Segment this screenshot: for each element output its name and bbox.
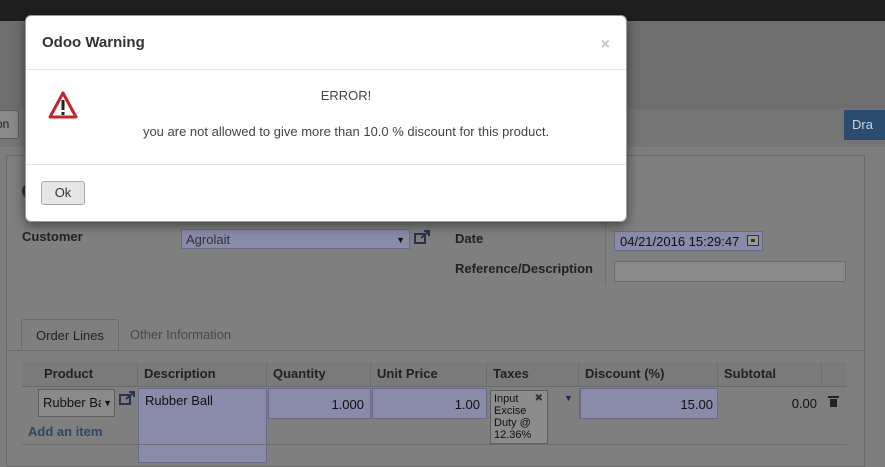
date-value: 04/21/2016 15:29:47	[620, 234, 740, 249]
status-draft-label: Dra	[852, 117, 873, 132]
product-value: Rubber Ba	[43, 395, 106, 410]
date-label: Date	[455, 231, 484, 246]
quantity-field[interactable]: 1.000	[268, 388, 371, 419]
tax-tag-label: Input Excise Duty @ 12.36%	[494, 393, 532, 441]
date-field[interactable]: 04/21/2016 15:29:47	[614, 231, 763, 251]
tax-tag[interactable]: Input Excise Duty @ 12.36% ✖	[490, 390, 548, 444]
description-field[interactable]: Rubber Ball	[138, 388, 267, 463]
reference-field[interactable]	[614, 261, 846, 282]
customer-label: Customer	[22, 229, 83, 244]
dropdown-caret-icon: ▼	[101, 390, 112, 416]
column-header-product[interactable]: Product	[22, 362, 138, 386]
row-divider	[22, 444, 847, 445]
column-header-unit-price[interactable]: Unit Price	[371, 362, 487, 386]
customer-value: Agrolait	[186, 232, 231, 247]
tab-other-information[interactable]: Other Information	[116, 319, 245, 350]
dropdown-caret-icon[interactable]: ▼	[564, 393, 573, 403]
close-icon[interactable]: ×	[601, 36, 610, 54]
ok-button[interactable]: Ok	[41, 181, 85, 205]
column-header-discount[interactable]: Discount (%)	[579, 362, 718, 386]
notebook-tabs: Order Lines Other Information	[6, 319, 863, 351]
customer-field[interactable]: Agrolait ▼	[181, 229, 410, 249]
dialog-title: Odoo Warning	[42, 34, 145, 51]
column-separator	[605, 222, 606, 286]
add-item-link[interactable]: Add an item	[28, 424, 102, 439]
left-action-button-label: on	[0, 117, 10, 131]
external-link-icon[interactable]	[119, 391, 136, 408]
column-header-actions	[822, 362, 847, 386]
unit-price-field[interactable]: 1.00	[372, 388, 487, 419]
tab-order-lines[interactable]: Order Lines	[21, 319, 119, 350]
dropdown-caret-icon: ▼	[396, 235, 405, 245]
dialog-header-divider	[26, 69, 626, 70]
header-divider	[22, 386, 847, 387]
discount-field[interactable]: 15.00	[580, 388, 718, 419]
warning-dialog: Odoo Warning × ERROR! you are not allowe…	[25, 15, 627, 222]
column-header-description[interactable]: Description	[138, 362, 267, 386]
column-header-taxes[interactable]: Taxes	[487, 362, 579, 386]
reference-label: Reference/Description	[455, 261, 593, 276]
left-action-button[interactable]: on	[0, 110, 19, 139]
column-header-subtotal[interactable]: Subtotal	[718, 362, 822, 386]
dialog-footer-divider	[26, 164, 626, 165]
subtotal-value: 0.00	[791, 396, 817, 411]
column-header-quantity[interactable]: Quantity	[267, 362, 371, 386]
error-message: you are not allowed to give more than 10…	[142, 124, 550, 139]
product-select[interactable]: Rubber Ba ▼	[38, 389, 115, 417]
trash-icon[interactable]	[828, 396, 839, 407]
external-link-icon[interactable]	[414, 230, 431, 247]
remove-tag-icon[interactable]: ✖	[535, 393, 543, 405]
error-heading: ERROR!	[320, 88, 372, 103]
status-draft-button[interactable]: Dra	[844, 110, 885, 140]
calendar-icon[interactable]	[747, 235, 759, 246]
